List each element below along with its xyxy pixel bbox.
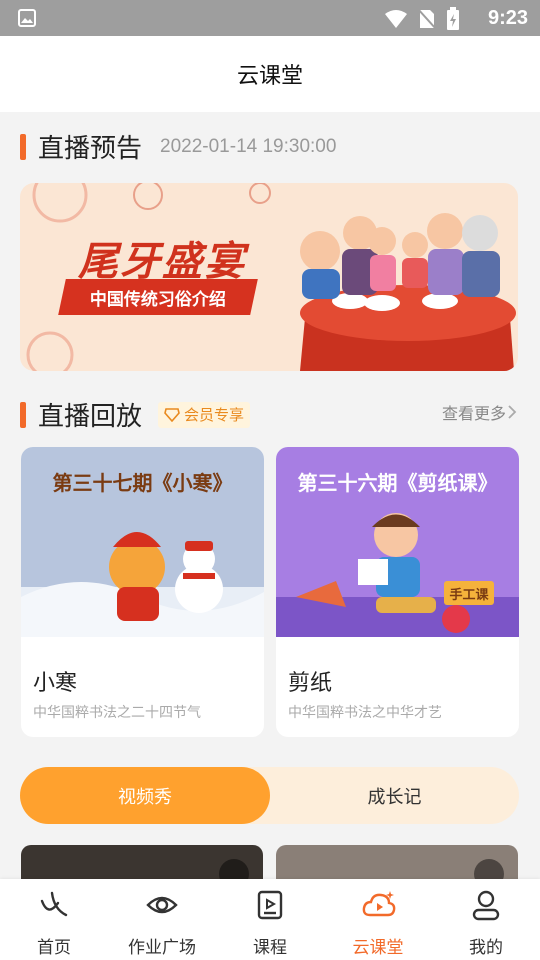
nav-courses-label: 课程: [253, 938, 287, 957]
nav-homework-square[interactable]: 作业广场: [108, 879, 216, 960]
nav-profile-label: 我的: [469, 938, 503, 957]
nav-home-label: 首页: [37, 938, 71, 957]
app-header: 云课堂: [0, 36, 540, 112]
wifi-icon: [385, 10, 407, 28]
bottom-nav: 首页 作业广场 课程 云课堂 我的: [0, 879, 540, 960]
cloud-play-icon: [362, 891, 396, 917]
see-more-label: 查看更多: [441, 406, 506, 423]
no-sim-icon: [418, 8, 436, 30]
vip-badge-label: 会员专享: [184, 407, 245, 424]
gallery-icon: [18, 9, 36, 27]
see-more-link[interactable]: 查看更多: [442, 400, 518, 424]
content-tabs: 视频秀 成长记: [20, 767, 519, 824]
live-preview-title: 直播预告: [38, 133, 143, 163]
section-accent-bar: [20, 133, 26, 160]
section-accent-bar: [20, 401, 26, 428]
replay-card-jianzhi[interactable]: 第三十六期《剪纸课》 手工课 剪纸 中华国粹书法之中华才艺: [276, 447, 519, 737]
tab-video-show[interactable]: 视频秀: [20, 767, 270, 824]
nav-cloud-class-label: 云课堂: [352, 938, 404, 957]
replay-thumbnail: 第三十六期《剪纸课》 手工课: [276, 447, 519, 637]
status-time: 9:23: [487, 7, 528, 29]
book-icon: [257, 890, 283, 920]
replay-thumbnail: 第三十七期《小寒》: [21, 447, 264, 637]
battery-icon: [447, 7, 459, 30]
chevron-right-icon: [508, 405, 517, 419]
banner-subtitle: 中国传统习俗介绍: [58, 279, 258, 315]
live-preview-datetime: 2022-01-14 19:30:00: [160, 135, 337, 157]
status-bar: 9:23: [0, 0, 540, 36]
live-preview-header: 直播预告 2022-01-14 19:30:00: [20, 128, 336, 165]
replay-header: 直播回放 会员专享: [20, 396, 251, 433]
replay-desc: 中华国粹书法之中华才艺: [288, 704, 442, 720]
nav-home[interactable]: 首页: [0, 879, 108, 960]
user-icon: [472, 890, 500, 921]
tab-growth[interactable]: 成长记: [270, 767, 519, 824]
diamond-icon: [164, 407, 180, 422]
nav-profile[interactable]: 我的: [432, 879, 540, 960]
eye-icon: [146, 896, 178, 914]
replay-caption: 第三十六期《剪纸课》: [297, 473, 498, 495]
replay-name: 剪纸: [288, 670, 333, 695]
live-preview-banner[interactable]: 尾牙盛宴 中国传统习俗介绍: [20, 183, 518, 371]
replay-name: 小寒: [33, 670, 78, 695]
page-title: 云课堂: [236, 63, 303, 88]
home-icon: [40, 891, 68, 917]
replay-card-xiaohan[interactable]: 第三十七期《小寒》 小寒 中华国粹书法之二十四节气: [21, 447, 264, 737]
handcraft-tag: 手工课: [444, 581, 494, 605]
replay-caption: 第三十七期《小寒》: [52, 473, 233, 495]
nav-courses[interactable]: 课程: [216, 879, 324, 960]
nav-cloud-class[interactable]: 云课堂: [324, 879, 432, 960]
replay-title: 直播回放: [38, 401, 143, 431]
replay-desc: 中华国粹书法之二十四节气: [33, 704, 201, 720]
nav-homework-label: 作业广场: [128, 938, 196, 957]
vip-badge: 会员专享: [158, 401, 251, 428]
